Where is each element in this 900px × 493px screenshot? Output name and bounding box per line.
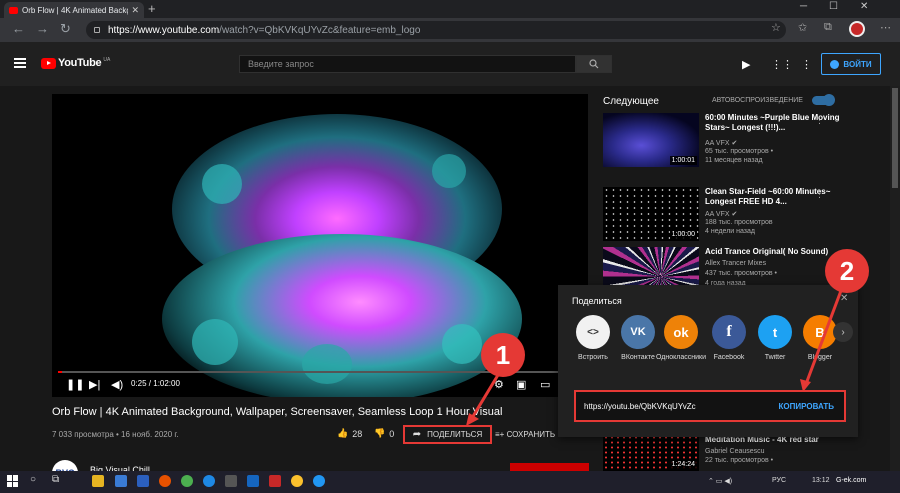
word-icon[interactable] [247, 475, 259, 487]
firefox-icon[interactable] [159, 475, 171, 487]
annotation-arrows [466, 287, 844, 426]
app-icon[interactable] [225, 475, 237, 487]
annotation-arrow-2 [804, 287, 844, 385]
file-explorer-icon[interactable] [92, 475, 104, 487]
edge-active-icon[interactable] [313, 475, 325, 487]
store-icon[interactable] [115, 475, 127, 487]
chrome-icon[interactable] [181, 475, 193, 487]
tray-icons[interactable]: ⌃ ▭ ◀) [708, 477, 732, 485]
mail-icon[interactable] [137, 475, 149, 487]
windows-taskbar [0, 471, 900, 493]
annotation-arrowhead-2 [800, 379, 811, 392]
search-taskbar-icon[interactable]: ○ [30, 474, 36, 485]
language-indicator[interactable]: РУС [772, 477, 786, 484]
app-icon[interactable] [269, 475, 281, 487]
annotation-arrow-1 [470, 374, 500, 419]
step-badge-2: 2 [825, 249, 869, 293]
windows-start-icon[interactable] [7, 475, 19, 487]
app-icon[interactable] [291, 475, 303, 487]
edge-icon[interactable] [203, 475, 215, 487]
watermark-site: G-ek.com [836, 477, 867, 484]
step-badge-1: 1 [481, 333, 525, 377]
task-view-icon[interactable]: ⧉ [52, 474, 59, 485]
clock[interactable]: 13:12 [812, 477, 830, 484]
